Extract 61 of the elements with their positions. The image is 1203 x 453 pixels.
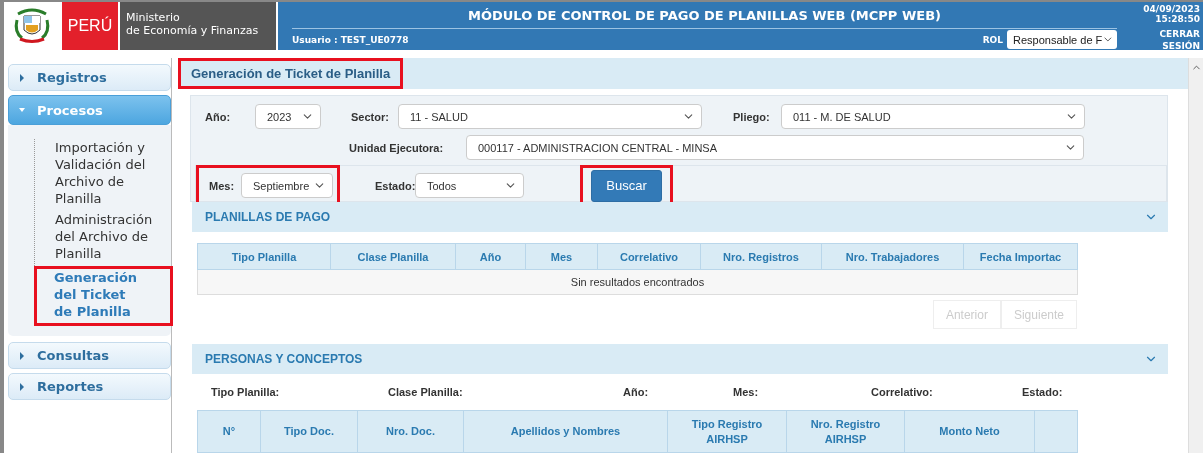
menu-link[interactable]: Importación y Validación del Archivo de Planilla (55, 139, 155, 207)
panel-header[interactable]: PERSONAS Y CONCEPTOS (192, 344, 1168, 374)
column-header: Tipo Registro AIRHSP (667, 410, 787, 453)
panel-title: PERSONAS Y CONCEPTOS (205, 352, 363, 366)
sector-select[interactable]: 11 - SALUD (398, 104, 702, 129)
info-label: Mes: (733, 386, 760, 400)
empty-message: Sin resultados encontrados (197, 269, 1078, 295)
ministry-name: Ministerio (126, 11, 181, 24)
role-label: ROL (982, 34, 1003, 45)
column-header: Nro. Doc. (357, 410, 464, 453)
column-header: Nro. Trabajadores (821, 243, 964, 270)
column-header: Apellidos y Nombres (463, 410, 668, 453)
column-header: Mes (525, 243, 598, 270)
triangle-right-icon (19, 351, 25, 360)
menu-section[interactable]: Registros (8, 64, 171, 91)
triangle-right-icon (19, 73, 25, 82)
triangle-right-icon (19, 382, 25, 391)
month-label: Mes: (209, 179, 236, 192)
column-header: Nro. Registro AIRHSP (786, 410, 905, 453)
role-select[interactable]: Responsable de F (1007, 30, 1117, 49)
unit-label: Unidad Ejecutora: (349, 141, 445, 154)
info-label: Tipo Planilla: (211, 386, 281, 400)
column-header: Correlativo (597, 243, 701, 270)
user-label: Usuario : TEST_UE0778 (292, 34, 409, 45)
year-label: Año: (205, 110, 232, 123)
column-header: Clase Planilla (330, 243, 456, 270)
unit-select[interactable]: 000117 - ADMINISTRACION CENTRAL - MINSA (466, 135, 1084, 160)
sector-label: Sector: (351, 110, 390, 123)
menu-section[interactable]: Reportes (8, 373, 171, 400)
menu-link[interactable]: Administración del Archivo de Planilla (55, 211, 155, 262)
column-header: Monto Neto (904, 410, 1035, 453)
triangle-down-icon (19, 106, 25, 114)
ministry-name: de Economía y Finanzas (126, 24, 260, 37)
info-label: Año: (623, 386, 650, 400)
menu-section[interactable]: Consultas (8, 342, 171, 369)
pliego-label: Pliego: (733, 110, 771, 123)
status-label: Estado: (375, 179, 415, 192)
column-header: N° (197, 410, 261, 453)
year-select[interactable]: 2023 (255, 104, 321, 129)
info-label: Correlativo: (871, 386, 934, 400)
page-title: Generación de Ticket de Planilla (178, 58, 404, 89)
info-label: Estado: (1022, 386, 1064, 400)
menu-link[interactable]: Generación del Ticket de Planilla (34, 266, 173, 326)
info-label: Clase Planilla: (388, 386, 464, 400)
column-header: Año (455, 243, 526, 270)
search-button[interactable]: Buscar (591, 169, 662, 202)
column-header: Nro. Registros (700, 243, 822, 270)
status-select[interactable]: Todos (415, 173, 524, 198)
date-text: 04/09/2023 (1143, 4, 1200, 14)
app-title: MÓDULO DE CONTROL DE PAGO DE PLANILLAS WEB (MCPP WEB) (292, 2, 1117, 29)
month-select[interactable]: Septiembre (241, 173, 333, 198)
column-header: Tipo Doc. (260, 410, 358, 453)
column-header: Fecha Importac (963, 243, 1078, 270)
panel-header[interactable]: PLANILLAS DE PAGO (192, 202, 1168, 232)
column-header: Tipo Planilla (197, 243, 331, 270)
logout-link[interactable]: CERRAR SESIÓN (1148, 28, 1200, 52)
time-text: 15:28:50 (1155, 14, 1200, 24)
pliego-select[interactable]: 011 - M. DE SALUD (781, 104, 1085, 129)
panel-title: PLANILLAS DE PAGO (205, 210, 331, 224)
country-name: PERÚ (60, 2, 118, 50)
coat-of-arms-icon (12, 6, 52, 46)
